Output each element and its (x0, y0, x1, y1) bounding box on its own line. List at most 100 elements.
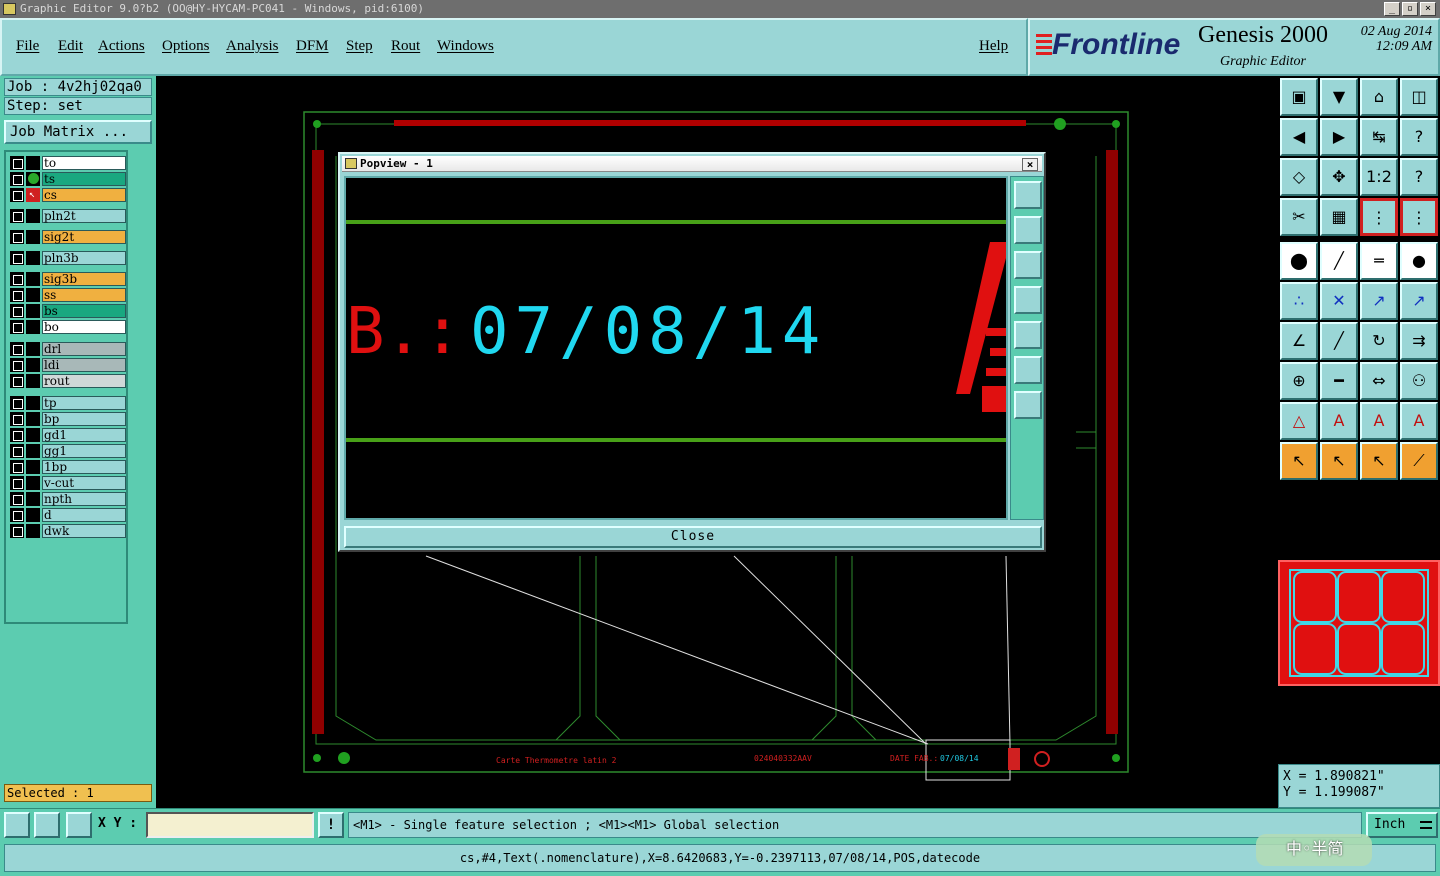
zoom-area-icon[interactable] (4, 812, 30, 838)
layer-row-pln3b[interactable]: pln3b (8, 251, 126, 265)
warning-icon[interactable]: ! (318, 812, 344, 838)
line-tool-icon[interactable]: ╱ (1320, 322, 1358, 360)
popview-title-bar[interactable]: Popview - 1 × (342, 156, 1042, 172)
layer-affected-toggle[interactable] (26, 304, 40, 318)
menu-options[interactable]: Options (162, 38, 210, 55)
snap-on-icon[interactable]: ⋮ (1360, 198, 1398, 236)
connect-icon[interactable]: ∴ (1280, 282, 1318, 320)
layer-affected-toggle[interactable] (26, 492, 40, 506)
layer-row-sig2t[interactable]: sig2t (8, 230, 126, 244)
select-net-icon[interactable]: ⟋ (1400, 442, 1438, 480)
layer-affected-toggle[interactable] (26, 342, 40, 356)
move-pad-icon[interactable]: ⊕ (1280, 362, 1318, 400)
units-select[interactable]: Inch (1366, 812, 1438, 838)
layer-affected-toggle[interactable] (26, 272, 40, 286)
add-round-icon[interactable]: ● (1400, 242, 1438, 280)
resize-icon[interactable]: ⇔ (1360, 362, 1398, 400)
layer-row-drl[interactable]: drl (8, 342, 126, 356)
layer-affected-toggle[interactable] (26, 412, 40, 426)
layer-row-npth[interactable]: npth (8, 492, 126, 506)
ime-indicator[interactable]: 中◦半简 (1256, 834, 1372, 866)
popview-zoom-fit-icon[interactable] (1014, 356, 1042, 384)
maximize-button[interactable]: ▫ (1402, 2, 1418, 16)
layer-affected-toggle[interactable] (26, 396, 40, 410)
layer-display-checkbox[interactable] (10, 156, 24, 170)
job-matrix-button[interactable]: Job Matrix ... (4, 120, 152, 144)
scale-1-2-icon[interactable]: 1:2 (1360, 158, 1398, 196)
import-icon[interactable]: ▼ (1320, 78, 1358, 116)
popview-pan-down-icon[interactable] (1014, 251, 1042, 279)
layer-row-ldi[interactable]: ldi (8, 358, 126, 372)
layer-affected-toggle[interactable] (26, 374, 40, 388)
layer-affected-toggle[interactable] (26, 444, 40, 458)
layer-row-bp[interactable]: bp (8, 412, 126, 426)
layer-display-checkbox[interactable] (10, 209, 24, 223)
layer-affected-toggle[interactable] (26, 209, 40, 223)
panel-minimap[interactable] (1278, 560, 1440, 686)
popview-zoom-out-icon[interactable] (1014, 391, 1042, 419)
menu-step[interactable]: Step (346, 38, 373, 55)
layer-affected-toggle[interactable] (26, 230, 40, 244)
layer-row-sig3b[interactable]: sig3b (8, 272, 126, 286)
layer-row-d[interactable]: d (8, 508, 126, 522)
minimize-button[interactable]: _ (1384, 2, 1400, 16)
layer-row-gg1[interactable]: gg1 (8, 444, 126, 458)
home-icon[interactable]: ⌂ (1360, 78, 1398, 116)
filter-icon[interactable]: ✂ (1280, 198, 1318, 236)
pan-left-icon[interactable]: ◀ (1280, 118, 1318, 156)
dash-line-icon[interactable]: ━ (1320, 362, 1358, 400)
layer-display-checkbox[interactable] (10, 396, 24, 410)
arc-icon[interactable]: ↗ (1360, 282, 1398, 320)
layer-affected-toggle[interactable] (26, 358, 40, 372)
layer-display-checkbox[interactable] (10, 412, 24, 426)
layer-affected-toggle[interactable] (26, 288, 40, 302)
ruler-icon[interactable]: ═ (1360, 242, 1398, 280)
layer-row-ts[interactable]: ts (8, 172, 126, 186)
layer-row-ss[interactable]: ss (8, 288, 126, 302)
grid-icon[interactable]: ▦ (1320, 198, 1358, 236)
layer-display-checkbox[interactable] (10, 428, 24, 442)
layer-affected-toggle[interactable] (26, 251, 40, 265)
menu-windows[interactable]: Windows (437, 38, 494, 55)
popview-zoom-in-icon[interactable] (1014, 181, 1042, 209)
cross-icon[interactable]: ✕ (1320, 282, 1358, 320)
layer-row-1bp[interactable]: 1bp (8, 460, 126, 474)
layer-display-checkbox[interactable] (10, 288, 24, 302)
select-icon[interactable]: ↖ (1280, 442, 1318, 480)
xy-input[interactable] (146, 812, 314, 838)
popview-pan-up-icon[interactable] (1014, 216, 1042, 244)
layer-affected-toggle[interactable] (26, 156, 40, 170)
layer-display-checkbox[interactable] (10, 358, 24, 372)
layer-affected-toggle[interactable] (26, 524, 40, 538)
layer-affected-toggle[interactable] (26, 508, 40, 522)
layer-row-gd1[interactable]: gd1 (8, 428, 126, 442)
layer-display-checkbox[interactable] (10, 476, 24, 490)
layer-display-checkbox[interactable] (10, 444, 24, 458)
check-icon[interactable]: ? (1400, 118, 1438, 156)
mirror-icon[interactable]: ⇉ (1400, 322, 1438, 360)
layer-display-checkbox[interactable] (10, 304, 24, 318)
snap-off-icon[interactable]: ⋮ (1400, 198, 1438, 236)
menu-help[interactable]: Help (979, 38, 1008, 55)
layer-row-dwk[interactable]: dwk (8, 524, 126, 538)
window-split-icon[interactable]: ◫ (1400, 78, 1438, 116)
layer-display-checkbox[interactable] (10, 172, 24, 186)
layer-display-checkbox[interactable] (10, 320, 24, 334)
layer-affected-toggle[interactable] (26, 476, 40, 490)
menu-dfm[interactable]: DFM (296, 38, 329, 55)
measure-icon[interactable] (34, 812, 60, 838)
triangle-icon[interactable]: △ (1280, 402, 1318, 440)
layer-display-checkbox[interactable] (10, 524, 24, 538)
add-line-icon[interactable]: ╱ (1320, 242, 1358, 280)
popview-close-icon[interactable]: × (1022, 158, 1038, 171)
rotate-icon[interactable]: ↻ (1360, 322, 1398, 360)
work-layer-icon[interactable]: ↖ (26, 188, 40, 202)
select-poly-icon[interactable]: ↖ (1360, 442, 1398, 480)
popview-canvas[interactable]: B.: 07/08/14 (344, 176, 1008, 520)
text-b-icon[interactable]: A (1360, 402, 1398, 440)
layer-row-rout[interactable]: rout (8, 374, 126, 388)
menu-edit[interactable]: Edit (58, 38, 83, 55)
add-pad-icon[interactable]: ⬤ (1280, 242, 1318, 280)
layer-affected-toggle[interactable] (26, 428, 40, 442)
layer-display-checkbox[interactable] (10, 508, 24, 522)
